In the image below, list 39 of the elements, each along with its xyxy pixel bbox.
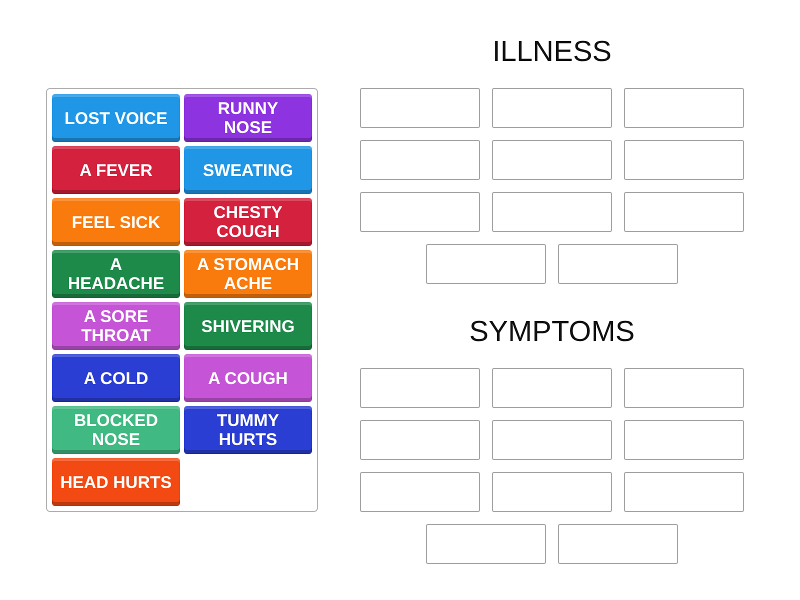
answer-box[interactable] <box>624 88 744 128</box>
answer-box[interactable] <box>492 140 612 180</box>
answer-box[interactable] <box>558 244 678 284</box>
answer-box[interactable] <box>492 88 612 128</box>
group-title: SYMPTOMS <box>468 315 636 350</box>
answer-tile[interactable]: FEEL SICK <box>52 198 180 246</box>
answer-box[interactable] <box>360 140 480 180</box>
answer-box[interactable] <box>360 368 480 408</box>
answer-tile[interactable]: HEAD HURTS <box>52 458 180 506</box>
answer-box[interactable] <box>492 472 612 512</box>
answer-box[interactable] <box>492 192 612 232</box>
answer-tile[interactable]: A FEVER <box>52 146 180 194</box>
answer-tile[interactable]: RUNNY NOSE <box>184 94 312 142</box>
answer-box[interactable] <box>360 192 480 232</box>
answer-tile[interactable]: BLOCKED NOSE <box>52 406 180 454</box>
answer-box[interactable] <box>624 472 744 512</box>
answer-tile[interactable]: CHESTY COUGH <box>184 198 312 246</box>
answer-box[interactable] <box>360 472 480 512</box>
answer-box[interactable] <box>492 420 612 460</box>
answer-box[interactable] <box>624 368 744 408</box>
answer-tile[interactable]: LOST VOICE <box>52 94 180 142</box>
answer-box[interactable] <box>624 420 744 460</box>
answer-box[interactable] <box>360 88 480 128</box>
answer-tile[interactable]: A HEADACHE <box>52 250 180 298</box>
answer-tile[interactable]: A COLD <box>52 354 180 402</box>
answer-box[interactable] <box>624 140 744 180</box>
answer-box[interactable] <box>624 192 744 232</box>
answer-tile[interactable]: SWEATING <box>184 146 312 194</box>
answer-box[interactable] <box>360 420 480 460</box>
group-title: ILLNESS <box>491 35 613 70</box>
answer-box[interactable] <box>426 244 546 284</box>
answer-tile[interactable]: A SORE THROAT <box>52 302 180 350</box>
answer-box[interactable] <box>492 368 612 408</box>
answer-box[interactable] <box>426 524 546 564</box>
answer-tile[interactable]: TUMMY HURTS <box>184 406 312 454</box>
answer-tile[interactable]: SHIVERING <box>184 302 312 350</box>
answer-tile[interactable]: A STOMACH ACHE <box>184 250 312 298</box>
answer-box[interactable] <box>558 524 678 564</box>
answer-tile[interactable]: A COUGH <box>184 354 312 402</box>
